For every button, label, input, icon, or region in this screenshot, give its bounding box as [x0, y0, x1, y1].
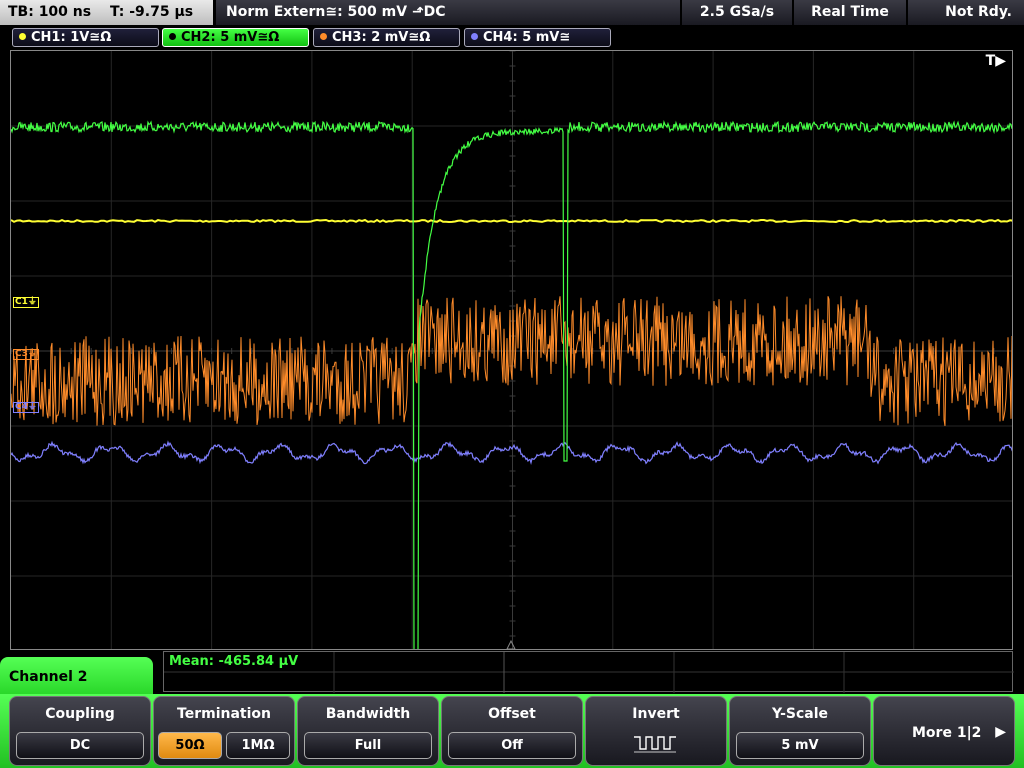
coupling-title: Coupling	[45, 706, 115, 722]
tab-ch3-label: CH3: 2 mV≅Ω	[332, 30, 431, 45]
trigger-info[interactable]: Norm Extern≅: 500 mV ⬏DC	[216, 0, 680, 25]
more-softkey[interactable]: More 1|2 ▶	[873, 696, 1015, 766]
more-label: More 1|2	[912, 725, 982, 741]
tab-ch2[interactable]: CH2: 5 mV≅Ω	[162, 28, 309, 47]
ch1-ground-marker[interactable]: C1⏚	[13, 297, 39, 308]
arrow-right-icon: ▶	[995, 724, 1006, 740]
invert-title: Invert	[632, 706, 680, 722]
termination-title: Termination	[177, 706, 271, 722]
mean-measurement: Mean: -465.84 µV	[169, 654, 299, 669]
timebase-value: TB: 100 ns	[8, 4, 92, 20]
offset-title: Offset	[488, 706, 536, 722]
ch1-color-dot	[19, 33, 26, 40]
measurement-area: Mean: -465.84 µV	[163, 651, 1014, 693]
invert-pulse-icon	[634, 736, 676, 753]
ch3-ground-marker[interactable]: C3⏚	[13, 349, 39, 360]
ch2-color-dot	[169, 33, 176, 40]
offset-value-button[interactable]: Off	[448, 732, 576, 759]
coupling-softkey[interactable]: Coupling DC	[9, 696, 151, 766]
bandwidth-value-button[interactable]: Full	[304, 732, 432, 759]
sample-rate[interactable]: 2.5 GSa/s	[682, 0, 792, 25]
tab-ch1-label: CH1: 1V≅Ω	[31, 30, 112, 45]
termination-50ohm-button[interactable]: 50Ω	[158, 732, 222, 759]
waveform-canvas	[11, 51, 1012, 649]
coupling-value-button[interactable]: DC	[16, 732, 144, 759]
acquisition-mode[interactable]: Real Time	[794, 0, 906, 25]
tab-ch4[interactable]: CH4: 5 mV≅	[464, 28, 611, 47]
channel-tabs: CH1: 1V≅Ω CH2: 5 mV≅Ω CH3: 2 mV≅Ω CH4: 5…	[0, 26, 1024, 48]
tab-ch4-label: CH4: 5 mV≅	[483, 30, 571, 45]
timebase-box[interactable]: TB: 100 ns T: -9.75 µs	[0, 0, 213, 25]
ch4-ground-marker[interactable]: C4⏚	[13, 402, 39, 413]
trigger-position-marker	[506, 639, 516, 649]
yscale-softkey[interactable]: Y-Scale 5 mV	[729, 696, 871, 766]
trigger-time-value: T: -9.75 µs	[109, 4, 194, 20]
invert-softkey[interactable]: Invert	[585, 696, 727, 766]
trigger-marker-icon: T▶	[985, 53, 1006, 69]
termination-softkey[interactable]: Termination 50Ω 1MΩ	[153, 696, 295, 766]
status-bar: TB: 100 ns T: -9.75 µs Norm Extern≅: 500…	[0, 0, 1024, 25]
yscale-value-button[interactable]: 5 mV	[736, 732, 864, 759]
trigger-status: Not Rdy.	[908, 0, 1024, 25]
bandwidth-title: Bandwidth	[325, 706, 411, 722]
ch3-color-dot	[320, 33, 327, 40]
tab-ch1[interactable]: CH1: 1V≅Ω	[12, 28, 159, 47]
softkey-bar: Coupling DC Termination 50Ω 1MΩ Bandwidt…	[0, 694, 1024, 768]
yscale-title: Y-Scale	[771, 706, 828, 722]
offset-softkey[interactable]: Offset Off	[441, 696, 583, 766]
tab-ch2-label: CH2: 5 mV≅Ω	[181, 30, 280, 45]
bandwidth-softkey[interactable]: Bandwidth Full	[297, 696, 439, 766]
termination-1mohm-button[interactable]: 1MΩ	[226, 732, 290, 759]
waveform-display[interactable]: T▶ C1⏚ C3⏚ C4⏚	[10, 50, 1013, 650]
tab-ch3[interactable]: CH3: 2 mV≅Ω	[313, 28, 460, 47]
ch4-color-dot	[471, 33, 478, 40]
